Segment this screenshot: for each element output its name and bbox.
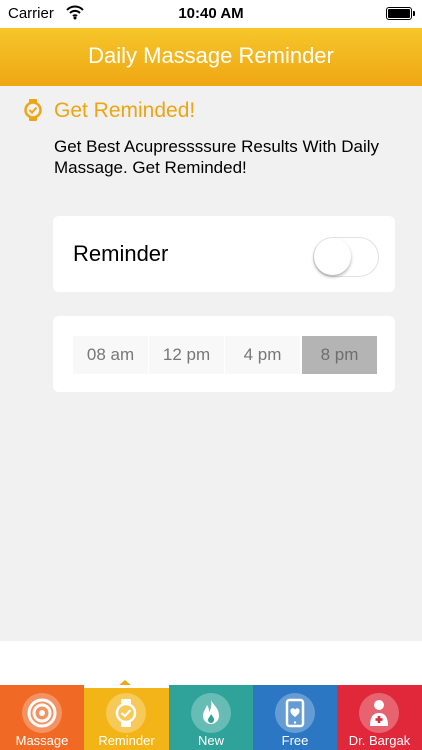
main-content: Get Reminded! Get Best Acupressssure Res… xyxy=(0,86,422,641)
watch-icon xyxy=(115,699,137,727)
page-title: Daily Massage Reminder xyxy=(88,43,334,68)
time-selector-card: 08 am 12 pm 4 pm 8 pm xyxy=(53,316,395,392)
tab-new[interactable]: New xyxy=(169,685,253,750)
tab-label: Massage xyxy=(15,733,69,748)
status-bar: Carrier 10:40 AM xyxy=(0,0,422,28)
toggle-knob xyxy=(314,238,351,275)
tab-label: Free xyxy=(281,733,309,748)
section-title: Get Reminded! xyxy=(54,99,196,122)
reminder-card: Reminder xyxy=(53,216,395,292)
battery-icon xyxy=(386,7,415,20)
section-description: Get Best Acupressssure Results With Dail… xyxy=(54,137,380,177)
tab-reminder[interactable]: Reminder xyxy=(84,685,169,750)
watch-icon xyxy=(24,99,42,121)
time-option-4pm[interactable]: 4 pm xyxy=(225,336,300,374)
target-icon xyxy=(27,698,57,728)
tab-dr-bargak[interactable]: Dr. Bargak xyxy=(337,685,422,750)
time-option-8pm[interactable]: 8 pm xyxy=(302,336,377,374)
doctor-icon xyxy=(370,700,388,726)
tab-label: New xyxy=(197,733,224,748)
tab-label: Dr. Bargak xyxy=(348,733,411,748)
tab-massage[interactable]: Massage xyxy=(0,685,84,750)
time-option-12pm[interactable]: 12 pm xyxy=(149,336,224,374)
phone-heart-icon xyxy=(285,698,305,728)
tab-label: Reminder xyxy=(98,733,155,748)
time-option-08am[interactable]: 08 am xyxy=(73,336,148,374)
flame-icon xyxy=(203,700,219,724)
status-time: 10:40 AM xyxy=(178,5,244,22)
tab-free[interactable]: Free xyxy=(253,685,337,750)
reminder-toggle[interactable] xyxy=(313,237,379,277)
app-header: Daily Massage Reminder xyxy=(0,28,422,86)
reminder-label: Reminder xyxy=(73,241,169,266)
tab-bar: Massage Reminder New Free Dr. Bargak xyxy=(0,680,422,750)
